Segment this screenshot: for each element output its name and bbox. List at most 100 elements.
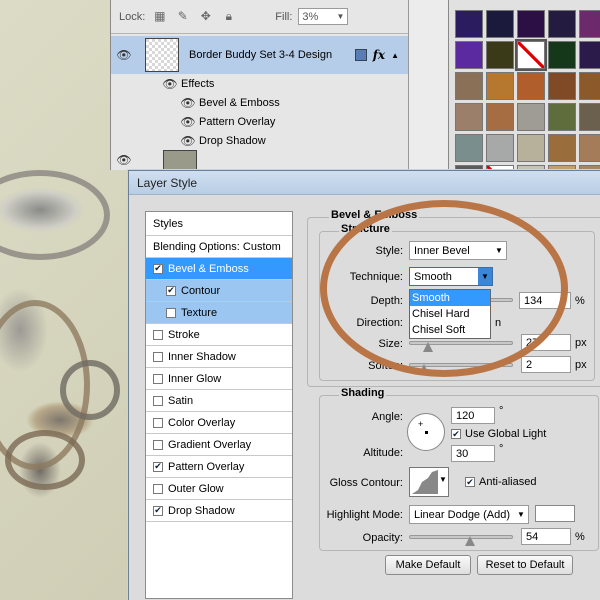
layer-row[interactable]: 👁︎ [111, 150, 409, 170]
style-item-contour[interactable]: ✔ Contour [146, 280, 292, 302]
highlight-color-swatch[interactable] [535, 505, 575, 522]
reset-to-default-button[interactable]: Reset to Default [477, 555, 573, 575]
chevron-down-icon[interactable]: ▼ [439, 475, 447, 484]
swatch[interactable] [455, 134, 483, 162]
style-checkbox[interactable]: ✔ [153, 505, 163, 516]
style-item-satin[interactable]: Satin [146, 390, 292, 412]
visibility-eye-icon[interactable]: 👁︎ [177, 96, 199, 110]
swatch[interactable] [455, 41, 483, 69]
swatch[interactable] [515, 39, 547, 71]
altitude-input[interactable]: 30 [451, 445, 495, 462]
swatch[interactable] [548, 41, 576, 69]
style-checkbox[interactable] [153, 483, 163, 494]
style-item-pattern-overlay[interactable]: ✔ Pattern Overlay [146, 456, 292, 478]
visibility-eye-icon[interactable]: 👁︎ [111, 153, 137, 167]
swatch[interactable] [455, 10, 483, 38]
highlight-mode-select[interactable]: Linear Dodge (Add) ▼ [409, 505, 529, 524]
blending-options-item[interactable]: Blending Options: Custom [146, 236, 292, 258]
styles-list: Styles Blending Options: Custom ✔ Bevel &… [145, 211, 293, 599]
layer-name[interactable]: Border Buddy Set 3-4 Design [189, 49, 332, 61]
swatch[interactable] [517, 103, 545, 131]
chevron-up-icon[interactable]: ▲ [391, 51, 399, 60]
soften-input[interactable]: 2 [521, 356, 571, 373]
visibility-eye-icon[interactable]: 👁︎ [159, 77, 181, 91]
make-default-button[interactable]: Make Default [385, 555, 471, 575]
lock-position-icon[interactable]: ✥ [199, 10, 212, 23]
visibility-eye-icon[interactable]: 👁︎ [177, 134, 199, 148]
style-item-label: Inner Shadow [168, 350, 236, 363]
style-checkbox[interactable] [153, 417, 163, 428]
style-checkbox[interactable]: ✔ [153, 263, 163, 274]
anti-aliased-checkbox[interactable]: ✔ [465, 477, 475, 487]
contour-curve-icon [412, 470, 438, 494]
swatch[interactable] [579, 103, 600, 131]
style-checkbox[interactable]: ✔ [166, 285, 176, 296]
layer-row[interactable]: 👁︎ Border Buddy Set 3-4 Design fx ▲ [111, 36, 409, 74]
swatch[interactable] [486, 134, 514, 162]
swatch[interactable] [548, 10, 576, 38]
angle-dial[interactable]: + [407, 413, 445, 451]
altitude-unit: ° [499, 443, 504, 455]
swatch[interactable] [455, 103, 483, 131]
swatch[interactable] [548, 134, 576, 162]
styles-header[interactable]: Styles [146, 212, 292, 236]
layer-thumbnail[interactable] [145, 38, 179, 72]
style-item-inner-shadow[interactable]: Inner Shadow [146, 346, 292, 368]
layer-thumbnail[interactable] [163, 150, 197, 170]
swatch[interactable] [517, 134, 545, 162]
visibility-eye-icon[interactable]: 👁︎ [177, 115, 199, 129]
style-item-inner-glow[interactable]: Inner Glow [146, 368, 292, 390]
style-item-gradient-overlay[interactable]: Gradient Overlay [146, 434, 292, 456]
style-checkbox[interactable]: ✔ [153, 461, 163, 472]
style-checkbox[interactable] [153, 439, 163, 450]
fill-input[interactable]: 3% ▼ [298, 8, 349, 25]
swatch[interactable] [579, 41, 600, 69]
swatch[interactable] [486, 103, 514, 131]
style-checkbox[interactable] [166, 307, 176, 318]
visibility-eye-icon[interactable]: 👁︎ [111, 48, 137, 62]
opacity-slider-thumb[interactable] [465, 536, 475, 546]
chevron-down-icon[interactable]: ▼ [336, 12, 344, 21]
opacity-slider[interactable] [409, 535, 513, 539]
lock-transparency-icon[interactable]: ▦ [153, 10, 166, 23]
swatch[interactable] [517, 72, 545, 100]
swatch[interactable] [486, 41, 514, 69]
fill-value: 3% [302, 10, 319, 23]
style-checkbox[interactable] [153, 351, 163, 362]
style-item-drop-shadow[interactable]: ✔ Drop Shadow [146, 500, 292, 522]
swatch[interactable] [579, 10, 600, 38]
swatch[interactable] [486, 72, 514, 100]
style-item-outer-glow[interactable]: Outer Glow [146, 478, 292, 500]
lock-image-icon[interactable]: ✎ [176, 10, 189, 23]
style-item-bevel-emboss[interactable]: ✔ Bevel & Emboss [146, 258, 292, 280]
effect-row-pattern[interactable]: 👁︎ Pattern Overlay [111, 112, 409, 131]
swatch[interactable] [579, 134, 600, 162]
style-item-color-overlay[interactable]: Color Overlay [146, 412, 292, 434]
layer-style-icon[interactable] [354, 49, 367, 61]
fx-icon[interactable]: fx [373, 48, 385, 62]
lock-all-icon[interactable]: 🔒︎ [222, 10, 235, 23]
swatch[interactable] [548, 72, 576, 100]
gloss-contour-label: Gloss Contour: [329, 477, 403, 489]
dialog-title: Layer Style [129, 171, 600, 195]
style-item-texture[interactable]: Texture [146, 302, 292, 324]
effects-row[interactable]: 👁︎ Effects [111, 74, 409, 93]
swatch[interactable] [486, 10, 514, 38]
swatch[interactable] [455, 72, 483, 100]
highlight-mode-value: Linear Dodge (Add) [414, 508, 511, 521]
style-checkbox[interactable] [153, 373, 163, 384]
style-item-stroke[interactable]: Stroke [146, 324, 292, 346]
opacity-input[interactable]: 54 [521, 528, 571, 545]
effect-row-bevel[interactable]: 👁︎ Bevel & Emboss [111, 93, 409, 112]
effect-row-shadow[interactable]: 👁︎ Drop Shadow [111, 131, 409, 150]
style-item-label: Drop Shadow [168, 504, 235, 517]
style-checkbox[interactable] [153, 329, 163, 340]
swatch[interactable] [548, 103, 576, 131]
style-item-label: Satin [168, 394, 194, 407]
angle-unit: ° [499, 405, 504, 417]
style-checkbox[interactable] [153, 395, 163, 406]
swatch[interactable] [517, 10, 545, 38]
global-light-checkbox[interactable]: ✔ [451, 429, 461, 439]
swatch[interactable] [579, 72, 600, 100]
angle-input[interactable]: 120 [451, 407, 495, 424]
